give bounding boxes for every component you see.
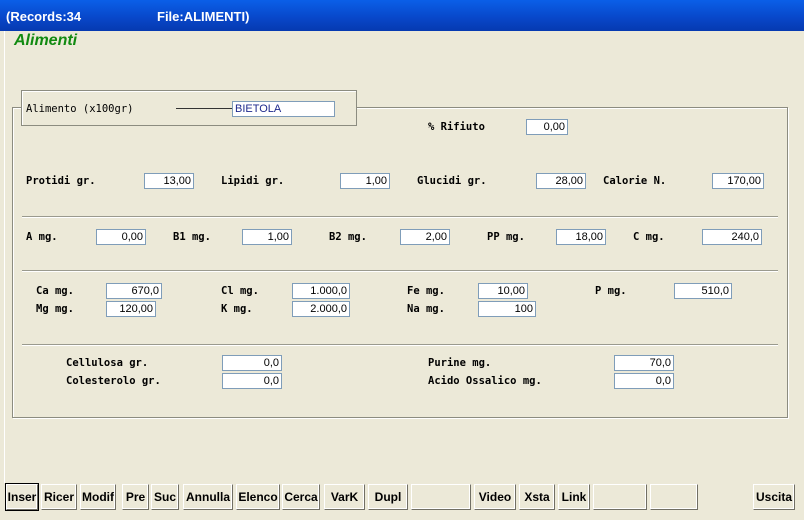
pre-button[interactable]: Pre	[122, 484, 149, 510]
acido-ossalico-field[interactable]: 0,0	[614, 373, 674, 389]
annulla-button[interactable]: Annulla	[183, 484, 233, 510]
separator-3	[22, 344, 778, 346]
separator-1	[22, 216, 778, 218]
cellulosa-label: Cellulosa gr.	[66, 357, 149, 369]
vitamin-pp-label: PP mg.	[487, 231, 525, 243]
cerca-button[interactable]: Cerca	[282, 484, 320, 510]
link-button[interactable]: Link	[558, 484, 590, 510]
rifiuto-field[interactable]: 0,00	[526, 119, 568, 135]
vitamin-b2-field[interactable]: 2,00	[400, 229, 450, 245]
calorie-field[interactable]: 170,00	[712, 173, 764, 189]
vitamin-a-field[interactable]: 0,00	[96, 229, 146, 245]
magnesium-label: Mg mg.	[36, 303, 74, 315]
protidi-field[interactable]: 13,00	[144, 173, 194, 189]
calorie-label: Calorie N.	[603, 175, 667, 187]
phosphorus-label: P mg.	[595, 285, 627, 297]
lipidi-field[interactable]: 1,00	[340, 173, 390, 189]
calcium-field[interactable]: 670,0	[106, 283, 162, 299]
xsta-button[interactable]: Xsta	[519, 484, 555, 510]
colesterolo-label: Colesterolo gr.	[66, 375, 161, 387]
vitamin-a-label: A mg.	[26, 231, 58, 243]
sodium-label: Na mg.	[407, 303, 445, 315]
elenco-button[interactable]: Elenco	[236, 484, 280, 510]
chlorine-label: Cl mg.	[221, 285, 259, 297]
protidi-label: Protidi gr.	[26, 175, 96, 187]
title-bar: (Records:34 File:ALIMENTI)	[0, 0, 804, 31]
page-title: Alimenti	[14, 32, 78, 49]
separator-2	[22, 270, 778, 272]
purine-label: Purine mg.	[428, 357, 492, 369]
glucidi-label: Glucidi gr.	[417, 175, 487, 187]
file-name: File:ALIMENTI)	[157, 9, 250, 24]
modif-button[interactable]: Modif	[80, 484, 116, 510]
dupl-button[interactable]: Dupl	[368, 484, 408, 510]
sodium-field[interactable]: 100	[478, 301, 536, 317]
magnesium-field[interactable]: 120,00	[106, 301, 156, 317]
chlorine-field[interactable]: 1.000,0	[292, 283, 350, 299]
alimento-connector	[176, 108, 232, 109]
calcium-label: Ca mg.	[36, 285, 74, 297]
video-button[interactable]: Video	[474, 484, 516, 510]
potassium-field[interactable]: 2.000,0	[292, 301, 350, 317]
ricer-button[interactable]: Ricer	[41, 484, 77, 510]
vitamin-c-label: C mg.	[633, 231, 665, 243]
uscita-button[interactable]: Uscita	[753, 484, 795, 510]
iron-label: Fe mg.	[407, 285, 445, 297]
iron-field[interactable]: 10,00	[478, 283, 528, 299]
potassium-label: K mg.	[221, 303, 253, 315]
data-frame	[12, 107, 788, 418]
cellulosa-field[interactable]: 0,0	[222, 355, 282, 371]
purine-field[interactable]: 70,0	[614, 355, 674, 371]
suc-button[interactable]: Suc	[151, 484, 179, 510]
alimento-field[interactable]: BIETOLA	[232, 101, 335, 117]
empty-button-2	[593, 484, 647, 510]
glucidi-field[interactable]: 28,00	[536, 173, 586, 189]
vitamin-b1-field[interactable]: 1,00	[242, 229, 292, 245]
records-count: (Records:34	[6, 9, 82, 24]
vitamin-pp-field[interactable]: 18,00	[556, 229, 606, 245]
empty-button-1	[411, 484, 471, 510]
inser-button[interactable]: Inser	[5, 483, 39, 511]
vitamin-b2-label: B2 mg.	[329, 231, 367, 243]
acido-ossalico-label: Acido Ossalico mg.	[428, 375, 542, 387]
rifiuto-label: % Rifiuto	[428, 121, 485, 133]
empty-button-3	[650, 484, 698, 510]
lipidi-label: Lipidi gr.	[221, 175, 285, 187]
vitamin-c-field[interactable]: 240,0	[702, 229, 762, 245]
vark-button[interactable]: VarK	[324, 484, 365, 510]
alimento-label: Alimento (x100gr)	[26, 103, 134, 115]
colesterolo-field[interactable]: 0,0	[222, 373, 282, 389]
vitamin-b1-label: B1 mg.	[173, 231, 211, 243]
phosphorus-field[interactable]: 510,0	[674, 283, 732, 299]
